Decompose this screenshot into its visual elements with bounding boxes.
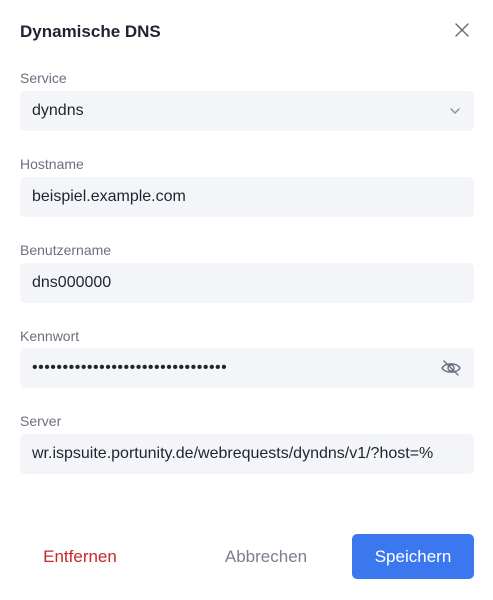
remove-button[interactable]: Entfernen (20, 534, 140, 579)
username-input[interactable]: dns000000 (20, 263, 474, 303)
server-label: Server (20, 413, 62, 429)
close-icon (454, 22, 470, 43)
service-label: Service (20, 70, 67, 86)
close-button[interactable] (450, 20, 474, 44)
dialog-title: Dynamische DNS (20, 22, 161, 41)
username-value: dns000000 (32, 274, 112, 291)
cancel-button[interactable]: Abbrechen (208, 534, 324, 579)
chevron-down-icon (448, 104, 462, 118)
save-button[interactable]: Speichern (352, 534, 474, 579)
hostname-label: Hostname (20, 156, 84, 172)
hostname-value: beispiel.example.com (32, 188, 186, 205)
username-label: Benutzername (20, 242, 112, 258)
password-input[interactable]: •••••••••••••••••••••••••••••••• (20, 348, 474, 388)
eye-off-icon[interactable] (440, 359, 462, 377)
hostname-input[interactable]: beispiel.example.com (20, 177, 474, 217)
password-label: Kennwort (20, 328, 80, 344)
dyndns-dialog: Dynamische DNS Service dyndns Hostname b… (0, 0, 493, 600)
server-value: wr.ispsuite.portunity.de/webrequests/dyn… (32, 445, 434, 462)
service-value: dyndns (32, 102, 84, 119)
password-value: •••••••••••••••••••••••••••••••• (32, 359, 228, 376)
server-input[interactable]: wr.ispsuite.portunity.de/webrequests/dyn… (20, 434, 474, 474)
service-select[interactable]: dyndns (20, 91, 474, 131)
